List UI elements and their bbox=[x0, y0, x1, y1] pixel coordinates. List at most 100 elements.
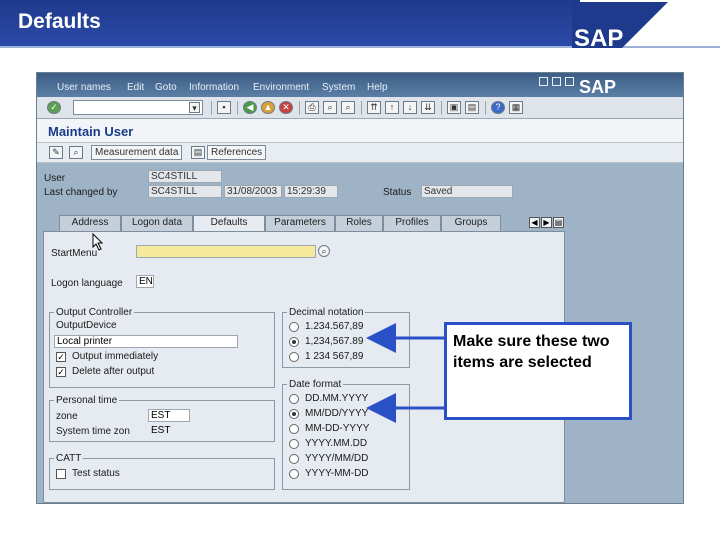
standard-toolbar: ✓ ▾ ▪ ◀ ▲ ✕ ⎙ ⌕ ⌕ ⇈ ↑ ↓ ⇊ ▣ ▤ ? ▦ bbox=[37, 97, 683, 119]
date-format-group: Date format DD.MM.YYYY MM/DD/YYYY MM-DD-… bbox=[282, 379, 410, 490]
personal-time-title: Personal time bbox=[54, 395, 120, 406]
help-icon[interactable]: ? bbox=[491, 101, 505, 114]
menu-environment[interactable]: Environment bbox=[253, 82, 309, 93]
catt-title: CATT bbox=[54, 453, 84, 464]
previous-page-icon[interactable]: ↑ bbox=[385, 101, 399, 114]
date-option-radio[interactable] bbox=[289, 454, 299, 464]
tab-scroll-right-icon[interactable]: ▶ bbox=[541, 217, 552, 228]
tab-logon-data[interactable]: Logon data bbox=[121, 215, 193, 231]
last-changed-value: SC4STILL bbox=[148, 185, 222, 198]
tab-defaults[interactable]: Defaults bbox=[193, 215, 265, 232]
output-controller-title: Output Controller bbox=[54, 307, 135, 318]
command-dropdown-icon[interactable]: ▾ bbox=[189, 102, 200, 113]
decimal-option-radio-selected[interactable] bbox=[289, 337, 299, 347]
logon-language-input[interactable]: EN bbox=[136, 275, 154, 288]
svg-text:SAP: SAP bbox=[574, 25, 623, 48]
date-option-radio[interactable] bbox=[289, 394, 299, 404]
layout-menu-icon[interactable]: ▦ bbox=[509, 101, 523, 114]
display-icon[interactable]: ⌕ bbox=[69, 146, 83, 159]
screen-title-bar: Maintain User bbox=[37, 119, 683, 143]
status-value: Saved bbox=[421, 185, 513, 198]
mouse-pointer-icon bbox=[92, 233, 104, 251]
menu-information[interactable]: Information bbox=[189, 82, 239, 93]
start-menu-label: StartMenu bbox=[51, 248, 98, 259]
date-option-radio[interactable] bbox=[289, 424, 299, 434]
command-field[interactable] bbox=[73, 100, 203, 115]
changed-time: 15:29:39 bbox=[284, 185, 338, 198]
toolbar-separator bbox=[485, 101, 486, 115]
user-value: SC4STILL bbox=[148, 170, 222, 183]
screen-title: Maintain User bbox=[48, 124, 134, 139]
find-icon[interactable]: ⌕ bbox=[323, 101, 337, 114]
time-zone-label: zone bbox=[56, 411, 78, 422]
tab-roles[interactable]: Roles bbox=[335, 215, 383, 231]
first-page-icon[interactable]: ⇈ bbox=[367, 101, 381, 114]
start-menu-input[interactable] bbox=[136, 245, 316, 258]
tab-groups[interactable]: Groups bbox=[441, 215, 501, 231]
menu-user-names[interactable]: User names bbox=[57, 82, 111, 93]
output-immediately-checkbox[interactable]: ✓ bbox=[56, 352, 66, 362]
cancel-icon[interactable]: ✕ bbox=[279, 101, 293, 114]
decimal-notation-group: Decimal notation 1.234.567,89 1,234,567.… bbox=[282, 307, 410, 368]
exit-icon[interactable]: ▲ bbox=[261, 101, 275, 114]
tab-strip: Address Logon data Defaults Parameters R… bbox=[43, 215, 673, 232]
tab-scroll-left-icon[interactable]: ◀ bbox=[529, 217, 540, 228]
start-menu-search-icon[interactable]: ⌕ bbox=[318, 245, 330, 257]
menu-help[interactable]: Help bbox=[367, 82, 388, 93]
toolbar-separator bbox=[211, 101, 212, 115]
date-option-label: DD.MM.YYYY bbox=[305, 393, 369, 404]
date-option-radio-selected[interactable] bbox=[289, 409, 299, 419]
menu-goto[interactable]: Goto bbox=[155, 82, 177, 93]
catt-group: CATT Test status bbox=[49, 453, 275, 490]
decimal-option-radio[interactable] bbox=[289, 352, 299, 362]
tab-profiles[interactable]: Profiles bbox=[383, 215, 441, 231]
tab-parameters[interactable]: Parameters bbox=[265, 215, 335, 231]
test-status-label: Test status bbox=[72, 468, 120, 479]
tab-list-icon[interactable]: ▤ bbox=[553, 217, 564, 228]
create-session-icon[interactable]: ▣ bbox=[447, 101, 461, 114]
toolbar-separator bbox=[361, 101, 362, 115]
minimize-icon[interactable] bbox=[539, 77, 548, 86]
delete-after-output-checkbox[interactable]: ✓ bbox=[56, 367, 66, 377]
back-icon[interactable]: ◀ bbox=[243, 101, 257, 114]
local-printer-field[interactable]: Local printer bbox=[54, 335, 238, 348]
decimal-option-radio[interactable] bbox=[289, 322, 299, 332]
measurement-data-button[interactable]: Measurement data bbox=[91, 145, 183, 160]
svg-text:SAP: SAP bbox=[579, 77, 616, 96]
slide-header: Defaults SAP bbox=[0, 0, 720, 48]
menu-edit[interactable]: Edit bbox=[127, 82, 144, 93]
status-label: Status bbox=[383, 187, 412, 198]
references-button[interactable]: References bbox=[207, 145, 267, 160]
date-format-title: Date format bbox=[287, 379, 344, 390]
tab-address[interactable]: Address bbox=[59, 215, 121, 231]
date-option-radio[interactable] bbox=[289, 469, 299, 479]
date-option-label: YYYY/MM/DD bbox=[305, 453, 369, 464]
find-next-icon[interactable]: ⌕ bbox=[341, 101, 355, 114]
close-icon[interactable] bbox=[565, 77, 574, 86]
shortcut-icon[interactable]: ▤ bbox=[465, 101, 479, 114]
save-icon[interactable]: ▪ bbox=[217, 101, 231, 114]
date-option-label: YYYY-MM-DD bbox=[305, 468, 369, 479]
last-page-icon[interactable]: ⇊ bbox=[421, 101, 435, 114]
changed-date: 31/08/2003 bbox=[224, 185, 282, 198]
output-device-input[interactable] bbox=[130, 318, 190, 331]
enter-icon[interactable]: ✓ bbox=[47, 101, 61, 114]
date-option-radio[interactable] bbox=[289, 439, 299, 449]
output-device-label: OutputDevice bbox=[56, 320, 117, 331]
test-status-checkbox[interactable] bbox=[56, 469, 66, 479]
output-controller-group: Output Controller OutputDevice Local pri… bbox=[49, 307, 275, 388]
menu-system[interactable]: System bbox=[322, 82, 355, 93]
maximize-icon[interactable] bbox=[552, 77, 561, 86]
toolbar-separator bbox=[237, 101, 238, 115]
decimal-notation-title: Decimal notation bbox=[287, 307, 366, 318]
next-page-icon[interactable]: ↓ bbox=[403, 101, 417, 114]
application-toolbar: ✎ ⌕ Measurement data ▤ References bbox=[37, 143, 683, 163]
sap-window: User names Edit Goto Information Environ… bbox=[36, 72, 684, 504]
sap-window-logo-icon: SAP bbox=[579, 77, 616, 96]
edit-icon[interactable]: ✎ bbox=[49, 146, 63, 159]
slide-title-bar: Defaults bbox=[0, 0, 580, 46]
toolbar-separator bbox=[299, 101, 300, 115]
delete-after-output-label: Delete after output bbox=[72, 366, 155, 377]
time-zone-input[interactable]: EST bbox=[148, 409, 190, 422]
print-icon[interactable]: ⎙ bbox=[305, 101, 319, 114]
